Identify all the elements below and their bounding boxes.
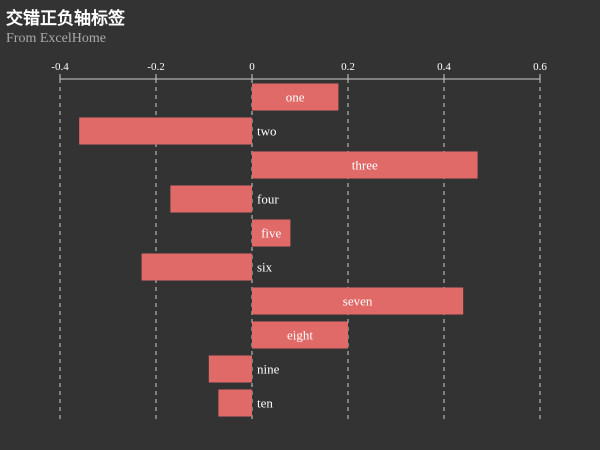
bar-label-five: five bbox=[261, 226, 281, 241]
bar-label-ten: ten bbox=[257, 396, 273, 411]
bar-ten bbox=[218, 389, 252, 417]
x-axis: -0.4 -0.2 0 0.2 0.4 0.6 bbox=[51, 61, 547, 80]
bar-label-three: three bbox=[352, 158, 378, 173]
x-tick-label: -0.4 bbox=[51, 61, 69, 73]
x-tick-label: 0.6 bbox=[533, 61, 547, 73]
x-tick-label: 0 bbox=[249, 61, 255, 73]
x-tick-label: 0.4 bbox=[437, 61, 451, 73]
x-tick-label: 0.2 bbox=[341, 61, 355, 73]
bar-label-one: one bbox=[286, 90, 305, 105]
bar-label-two: two bbox=[257, 124, 277, 139]
bar-label-seven: seven bbox=[343, 294, 373, 309]
bar-label-eight: eight bbox=[287, 328, 313, 343]
x-tick-label: -0.2 bbox=[147, 61, 164, 73]
bar-four bbox=[170, 185, 252, 213]
bar-chart: -0.4 -0.2 0 0.2 0.4 0.6 one two three four five si… bbox=[51, 61, 547, 420]
bar-two bbox=[79, 117, 252, 145]
bar-nine bbox=[208, 355, 252, 383]
bar-label-four: four bbox=[257, 192, 279, 207]
bar-label-six: six bbox=[257, 260, 273, 275]
bar-label-nine: nine bbox=[257, 362, 280, 377]
bar-labels: one two three four five six seven eight nine ten bbox=[257, 90, 378, 411]
bar-six bbox=[141, 253, 252, 281]
